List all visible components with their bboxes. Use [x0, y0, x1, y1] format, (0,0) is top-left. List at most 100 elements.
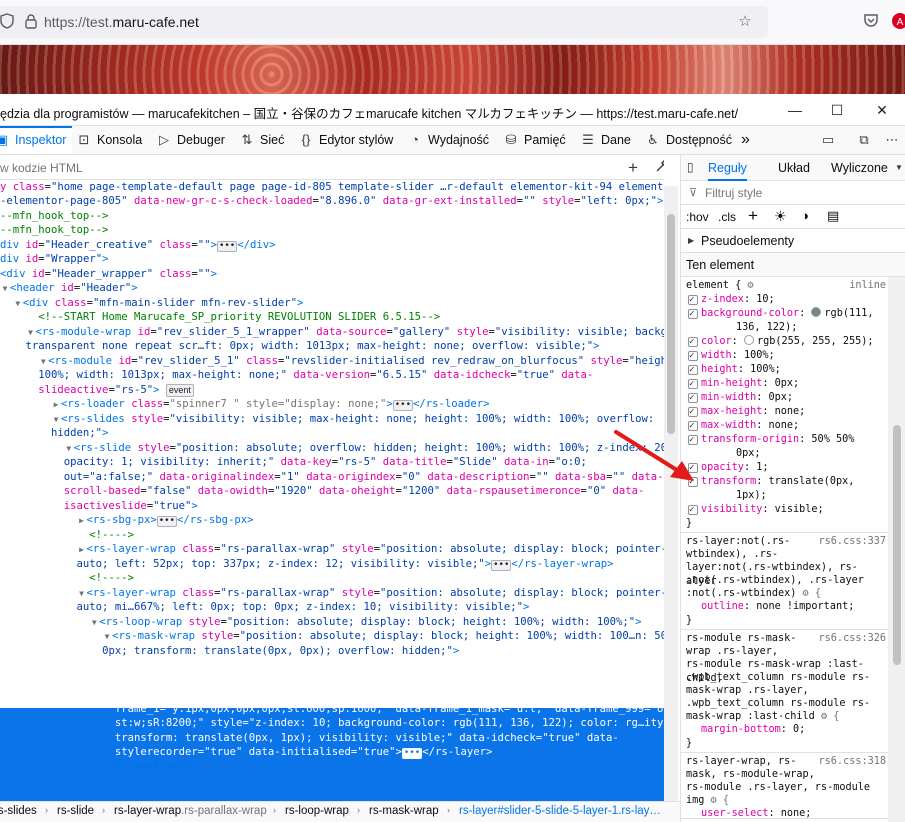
expand-arrow-icon[interactable]: ▼ [51, 413, 61, 427]
property-name[interactable]: transform-origin [701, 434, 799, 445]
dock-icon[interactable]: ▭ [820, 126, 841, 154]
property-value[interactable]: translate(0px, [768, 476, 854, 487]
rule-selector[interactable]: :not(.rs-wtbindex), .rs-layer [681, 574, 888, 588]
rule-source[interactable]: inline [849, 279, 886, 293]
filter-styles-input[interactable] [705, 186, 885, 200]
gear-icon[interactable]: ⚙ [741, 280, 753, 291]
markup-line[interactable]: <!--START Home Marucafe_SP_priority REVO… [0, 310, 664, 324]
hov-toggle[interactable]: :hov [686, 210, 709, 224]
property-value-continued[interactable]: 1px); [681, 489, 888, 503]
chevron-down-icon[interactable]: ▼ [895, 163, 903, 172]
dark-theme-icon[interactable]: ◑ [801, 208, 809, 223]
markup-line[interactable]: ▼ <rs-module id="rev_slider_5_1" class="r… [0, 354, 664, 369]
property-name[interactable]: background-color [701, 308, 799, 319]
lock-icon[interactable] [22, 13, 40, 31]
expand-arrow-icon[interactable]: ▼ [38, 355, 48, 369]
declaration-checkbox[interactable] [688, 335, 698, 349]
markup-line[interactable]: <!----> [0, 571, 664, 585]
collapse-arrow-icon[interactable]: ▶ [51, 398, 61, 412]
markup-line[interactable]: ▼ <div class="mfn-main-slider mfn-rev-sli… [0, 296, 664, 311]
expand-arrow-icon[interactable]: ▼ [77, 587, 87, 601]
property-name[interactable]: max-width [701, 420, 756, 431]
expand-arrow-icon[interactable]: ▼ [0, 282, 10, 296]
breadcrumb-item[interactable]: rs-slide [57, 805, 94, 817]
markup-line[interactable]: --mfn_hook_top--> [0, 209, 664, 223]
property-value[interactable]: 1; [756, 462, 768, 473]
rule-selector[interactable]: rs-module rs-mask-rs6.css:326 [681, 632, 888, 646]
breadcrumb-item[interactable]: rs-layer-wrap.rs-parallax-wrap [114, 805, 267, 817]
minimize-icon[interactable]: — [780, 98, 810, 122]
markup-line[interactable]: ▶ <rs-loader class="spinner7 " style="dis… [0, 397, 664, 412]
rule-selector[interactable]: img ⚙ { [681, 794, 888, 808]
rule-selector[interactable]: wtbindex), .rs- [681, 548, 888, 562]
tab-console[interactable]: ⊡ Konsola [76, 126, 143, 154]
selected-node-line[interactable]: st:w;sR:8200;" style="z-index: 10; backg… [0, 716, 664, 730]
ellipsis-icon[interactable]: ••• [491, 560, 512, 571]
add-node-icon[interactable]: + [628, 158, 638, 178]
markup-search-input[interactable] [0, 160, 604, 176]
property-name[interactable]: z-index [701, 294, 744, 305]
tab-inspector[interactable]: ▣ Inspektor [0, 126, 73, 154]
expand-arrow-icon[interactable]: ▼ [26, 326, 36, 340]
tab-layout[interactable]: Układ [778, 155, 810, 181]
collapse-arrow-icon[interactable]: ▶ [115, 659, 125, 673]
declaration[interactable]: transform: translate(0px, [681, 475, 888, 489]
selected-node-line[interactable]: data-xy="x:1,l,l,c;" data-text="w:normal… [0, 673, 664, 687]
property-name[interactable]: outline [701, 601, 744, 612]
property-value[interactable]: rgb(111, [824, 308, 873, 319]
devtools-menu-icon[interactable]: ⋯ [884, 126, 905, 154]
markup-scrollbar[interactable] [664, 186, 678, 801]
declaration-checkbox[interactable] [688, 307, 698, 321]
rule-selector[interactable]: mask, rs-module-wrap, [681, 768, 888, 782]
declaration[interactable]: background-color: rgb(111, [681, 307, 888, 321]
markup-line[interactable]: -elementor-page-805" data-new-gr-c-s-che… [0, 194, 664, 208]
ellipsis-icon[interactable]: ••• [401, 748, 423, 759]
property-value[interactable]: 10; [756, 294, 774, 305]
tab-accessibility[interactable]: ♿ Dostępność [645, 126, 732, 154]
tab-memory[interactable]: ⛁ Pamięć [503, 126, 566, 154]
markup-line[interactable]: ▼ <rs-layer-wrap class="rs-parallax-wrap"… [0, 586, 664, 601]
color-swatch-icon[interactable] [743, 335, 754, 345]
eyedropper-icon[interactable] [655, 159, 664, 176]
markup-line[interactable]: transparent none repeat scr…ft: 0px; wid… [0, 339, 664, 353]
color-swatch-icon[interactable] [811, 307, 822, 317]
maximize-icon[interactable]: ☐ [822, 98, 852, 122]
close-icon[interactable]: ✕ [867, 98, 897, 122]
declaration[interactable]: min-width: 0px; [681, 391, 888, 405]
declaration[interactable]: color: rgb(255, 255, 255); [681, 335, 888, 349]
account-icon[interactable]: A [889, 12, 905, 34]
breadcrumb-item[interactable]: rs-loop-wrap [285, 805, 349, 817]
property-value[interactable]: visible; [775, 504, 824, 515]
pocket-icon[interactable] [860, 12, 882, 34]
markup-line[interactable]: 0px; transform: translate(0px, 0px); ove… [0, 644, 664, 658]
ellipsis-icon[interactable]: ••• [156, 516, 177, 527]
selected-node-line[interactable]: frame_1="y:1px,0px,0px,0px;st:600;sp:160… [0, 702, 664, 716]
property-name[interactable]: min-width [701, 392, 756, 403]
property-name[interactable]: height [701, 364, 738, 375]
shield-icon[interactable] [0, 13, 16, 31]
markup-line[interactable]: div id="Header_creative" class=""> ••• </d… [0, 238, 664, 252]
gear-icon[interactable]: ⚙ { [711, 795, 729, 806]
declaration[interactable]: transform-origin: 50% 50% [681, 433, 888, 447]
rule-source[interactable]: rs6.css:318 [819, 755, 886, 769]
property-name[interactable]: opacity [701, 462, 744, 473]
markup-scroll-thumb[interactable] [667, 214, 675, 434]
selected-node-line[interactable]: /3#,100%,100%;h:#2/3#;" data-basealign="… [0, 687, 664, 701]
rule-selector[interactable]: element { ⚙ inline [681, 279, 888, 293]
markup-line[interactable]: out="a:false;" data-originalindex="1" da… [0, 470, 664, 484]
split-console-icon[interactable]: ⧉ [856, 126, 877, 154]
declaration[interactable]: min-height: 0px; [681, 377, 888, 391]
tab-debugger[interactable]: ▷ Debuger [156, 126, 225, 154]
rule-selector[interactable]: rs-layer:not(.rs-rs6.css:337 [681, 535, 888, 549]
markup-line[interactable]: auto; left: 52px; top: 337px; z-index: 1… [0, 557, 664, 571]
ellipsis-icon[interactable]: ••• [216, 241, 238, 252]
markup-line[interactable]: </rs-mask-wrap> [0, 760, 664, 774]
declaration[interactable]: max-width: none; [681, 419, 888, 433]
property-value[interactable]: none !important; [756, 601, 854, 612]
event-badge[interactable]: event [165, 384, 194, 397]
property-name[interactable]: transform [701, 476, 756, 487]
light-theme-icon[interactable]: ☀ [774, 208, 787, 225]
markup-line[interactable]: hidden;"> [0, 426, 664, 440]
rule-selector[interactable]: wrap .rs-layer, [681, 645, 888, 659]
selected-node-line[interactable]: transform: translate(0px, 1px); visibili… [0, 731, 664, 745]
